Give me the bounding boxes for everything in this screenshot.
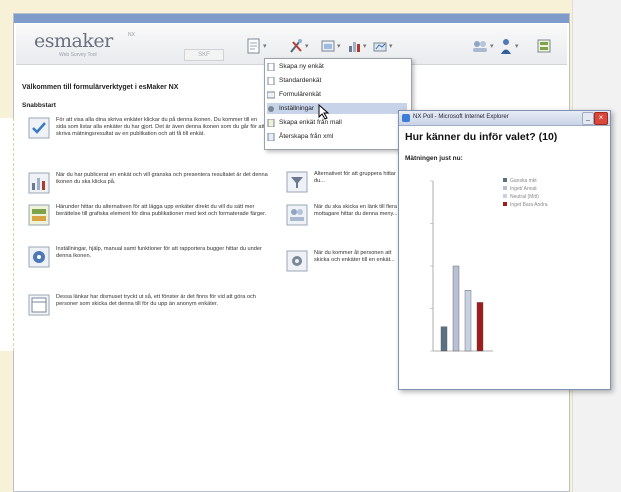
feature-item[interactable]: Alternativet för att gruppera hittar du.…	[286, 171, 398, 193]
feature-item[interactable]: Inställningar, hjälp, manual samt funkti…	[28, 246, 268, 268]
feature-description: För att visa alla dina skriva enkäter kl…	[56, 117, 265, 137]
users-icon	[473, 41, 487, 52]
menu-item-label: Återskapa från xml	[279, 133, 334, 140]
menu-item-settings[interactable]: Inställningar	[267, 103, 407, 114]
feature-description: Alternativet för att gruppera hittar du.…	[314, 171, 396, 184]
menu-item-label: Inställningar	[279, 105, 315, 112]
app-titlebar	[14, 14, 569, 23]
menu-item-standard-survey[interactable]: Standardenkät	[267, 75, 407, 86]
feature-item[interactable]: För att visa alla dina skriva enkäter kl…	[28, 117, 268, 139]
users-button[interactable]: ▾	[471, 36, 494, 56]
menu-item-form-survey[interactable]: Formulärenkät	[267, 89, 407, 100]
publish-button[interactable]: ▾	[320, 36, 341, 56]
mouse-cursor-icon	[318, 104, 330, 120]
results-chart-icon	[28, 172, 50, 194]
logo-sup: NX	[128, 32, 135, 38]
app-logo[interactable]: esmaker	[34, 30, 113, 52]
settings-icon	[28, 246, 50, 268]
users-list-icon	[286, 204, 308, 226]
quickstart-heading: Snabbstart	[22, 102, 56, 109]
document-icon	[267, 62, 275, 71]
new-survey-dropdown: Skapa ny enkät Standardenkät Formulärenk…	[264, 58, 412, 150]
feature-description: Inställningar, hjälp, manual samt funkti…	[56, 246, 262, 259]
menu-item-label: Skapa enkät från mall	[279, 119, 342, 126]
feature-item[interactable]: När du kommer åt personen att skicka och…	[286, 250, 398, 272]
chevron-down-icon: ▾	[305, 43, 309, 50]
filter-icon	[286, 171, 308, 193]
legend-swatch	[503, 194, 507, 198]
legend-label: Inget/ Annat	[510, 186, 537, 192]
legend-swatch	[503, 178, 507, 182]
checklist-icon	[28, 117, 50, 139]
nav-ghost-button[interactable]: SKF	[184, 49, 224, 61]
chevron-down-icon: ▾	[515, 43, 519, 50]
form-icon	[267, 91, 275, 98]
document-icon	[267, 76, 275, 85]
xml-icon	[267, 132, 275, 141]
new-document-icon	[247, 38, 260, 54]
window-icon	[28, 294, 50, 316]
menu-item-label: Standardenkät	[279, 77, 322, 84]
results-button[interactable]: ▾	[346, 36, 367, 56]
settings-icon	[268, 105, 274, 112]
poll-bar-chart: Ganska mkt Inget/ Annat Neutral (Mitt) Inge…	[430, 178, 548, 352]
export-icon	[537, 39, 551, 53]
popup-titlebar[interactable]: NX Poll - Microsoft Internet Explorer _ …	[399, 111, 610, 126]
minimize-button[interactable]: _	[582, 112, 594, 125]
menu-item-label: Skapa ny enkät	[279, 63, 324, 70]
ie-icon	[402, 114, 410, 122]
legend-label: Neutral (Mitt)	[510, 194, 539, 200]
feature-item[interactable]: När du ska skicka en länk till flera mot…	[286, 204, 398, 226]
welcome-title: Välkommen till formulärverktyget i esMak…	[22, 84, 179, 91]
poll-question: Hur känner du inför valet? (10)	[405, 131, 558, 143]
feature-description: När du kommer åt personen att skicka och…	[314, 250, 395, 263]
chevron-down-icon: ▾	[337, 43, 341, 50]
export-button[interactable]	[536, 36, 552, 56]
left-gutter	[0, 118, 14, 351]
legend-swatch	[503, 202, 507, 206]
legend-label: Inget Bara Andra	[510, 202, 548, 208]
gear-icon	[286, 250, 308, 272]
chevron-down-icon: ▾	[263, 43, 267, 50]
bar	[440, 326, 448, 352]
results-icon	[349, 42, 360, 52]
legend-swatch	[503, 186, 507, 190]
tools-button[interactable]: ▾	[288, 36, 309, 56]
feature-item[interactable]: Härunder hittar du alternativen för att …	[28, 204, 268, 226]
feature-item[interactable]: När du har publicerat en enkät och vill …	[28, 172, 268, 194]
menu-item-restore-xml[interactable]: Återskapa från xml	[267, 131, 407, 142]
analyze-button[interactable]: ▾	[372, 36, 393, 56]
bar	[452, 265, 460, 352]
feature-description: Härunder hittar du alternativen för att …	[56, 204, 267, 217]
tools-icon	[290, 39, 302, 53]
template-icon	[267, 118, 275, 127]
chevron-down-icon: ▾	[490, 43, 494, 50]
menu-item-create-survey[interactable]: Skapa ny enkät	[267, 61, 407, 72]
logo-tagline: Web Survey Tool	[59, 52, 97, 58]
analyze-icon	[373, 42, 387, 52]
chevron-down-icon: ▾	[389, 43, 393, 50]
menu-item-label: Formulärenkät	[279, 91, 321, 98]
feature-description: Dessa länkar har dismuset tryckt ut så, …	[56, 294, 256, 307]
poll-popup-window: NX Poll - Microsoft Internet Explorer _ …	[398, 110, 611, 390]
bar	[464, 290, 472, 352]
export-icon	[28, 204, 50, 226]
popup-window-title: NX Poll - Microsoft Internet Explorer	[413, 114, 509, 120]
feature-description: När du ska skicka en länk till flera mot…	[314, 204, 398, 217]
person-button[interactable]: ▾	[498, 36, 519, 56]
person-icon	[501, 39, 511, 54]
feature-item[interactable]: Dessa länkar har dismuset tryckt ut så, …	[28, 294, 268, 316]
results-label: Mätningen just nu:	[405, 155, 463, 162]
publish-icon	[321, 40, 335, 52]
feature-description: När du har publicerat en enkät och vill …	[56, 172, 268, 185]
chevron-down-icon: ▾	[363, 43, 367, 50]
close-button[interactable]: ×	[594, 112, 608, 125]
bar	[476, 302, 484, 352]
legend-label: Ganska mkt	[510, 178, 537, 184]
new-document-button[interactable]: ▾	[246, 36, 267, 56]
menu-item-from-template[interactable]: Skapa enkät från mall	[267, 117, 407, 128]
